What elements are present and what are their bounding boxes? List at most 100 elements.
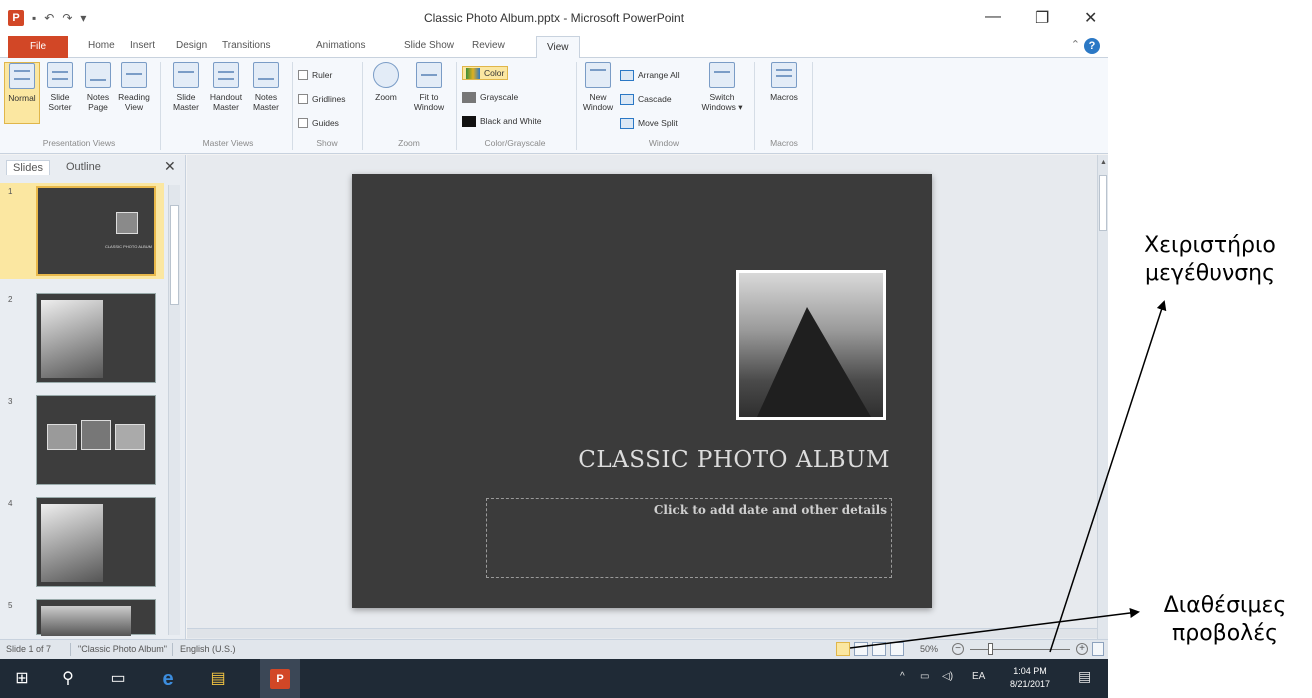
- notes-master-icon: [253, 62, 279, 88]
- windows-taskbar: ⊞ ⚲ ▭ e ▤ P ^ ▭ ◁) EA 1:04 PM 8/21/2017 …: [0, 659, 1108, 698]
- tab-design[interactable]: Design: [176, 40, 207, 51]
- ribbon-separator: [576, 62, 577, 150]
- scrollbar-thumb[interactable]: [1099, 175, 1107, 231]
- slide-show-view-icon[interactable]: [890, 642, 904, 656]
- clock[interactable]: 1:04 PM 8/21/2017: [1000, 665, 1060, 691]
- group-label-show: Show: [316, 138, 338, 148]
- language-indicator[interactable]: English (U.S.): [180, 644, 236, 654]
- tab-insert[interactable]: Insert: [130, 40, 155, 51]
- ribbon-separator: [160, 62, 161, 150]
- annotation-zoom-handle: Χειριστήριο μεγέθυνσης: [1144, 233, 1276, 286]
- slides-panel: Slides Outline ✕ 1 CLASSIC PHOTO ALBUM 2…: [0, 155, 186, 639]
- fit-to-window-button[interactable]: Fit to Window: [408, 62, 450, 112]
- help-icon[interactable]: ?: [1084, 38, 1100, 54]
- zoom-slider-handle[interactable]: [988, 643, 993, 655]
- restore-button[interactable]: ❐: [1035, 8, 1049, 28]
- zoom-slider[interactable]: [970, 649, 1070, 650]
- notes-master-button[interactable]: Notes Master: [248, 62, 284, 112]
- zoom-level[interactable]: 50%: [920, 644, 938, 654]
- reading-view-icon[interactable]: [872, 642, 886, 656]
- zoom-in-button[interactable]: +: [1076, 643, 1088, 655]
- guides-checkbox[interactable]: Guides: [298, 116, 339, 130]
- normal-view-button[interactable]: Normal: [4, 62, 40, 124]
- new-window-button[interactable]: New Window: [580, 62, 616, 112]
- slide-thumbnail[interactable]: [36, 599, 156, 636]
- tab-animations[interactable]: Animations: [316, 40, 365, 51]
- minimize-button[interactable]: —: [985, 8, 1001, 26]
- reading-view-icon: [121, 62, 147, 88]
- grayscale-button[interactable]: Grayscale: [462, 90, 518, 104]
- grayscale-swatch-icon: [462, 91, 476, 103]
- macros-button[interactable]: Macros: [764, 62, 804, 102]
- reading-view-button[interactable]: Reading View: [116, 62, 152, 112]
- clock-time: 1:04 PM: [1013, 666, 1047, 676]
- task-view-icon[interactable]: ▭: [108, 669, 128, 689]
- status-separator: [172, 643, 173, 656]
- file-explorer-icon[interactable]: ▤: [208, 669, 228, 689]
- scroll-up-icon[interactable]: ▲: [1100, 159, 1107, 166]
- search-icon[interactable]: ⚲: [58, 669, 78, 689]
- black-and-white-button[interactable]: Black and White: [462, 114, 541, 128]
- notes-page-button[interactable]: Notes Page: [80, 62, 116, 112]
- thumbnail-photo: [116, 212, 138, 234]
- handout-master-button[interactable]: Handout Master: [208, 62, 244, 112]
- tab-file[interactable]: File: [8, 36, 68, 58]
- minimize-ribbon-icon[interactable]: ⌃: [1071, 38, 1080, 51]
- input-language[interactable]: EA: [972, 671, 985, 682]
- close-button[interactable]: ✕: [1084, 8, 1097, 28]
- tab-review[interactable]: Review: [472, 40, 505, 51]
- tab-home[interactable]: Home: [88, 40, 115, 51]
- tab-outline[interactable]: Outline: [60, 160, 107, 174]
- normal-view-icon[interactable]: [836, 642, 850, 656]
- switch-windows-button[interactable]: Switch Windows ▾: [700, 62, 744, 112]
- slide-editor: CLASSIC PHOTO ALBUM Click to add date an…: [187, 155, 1097, 639]
- color-button[interactable]: Color: [462, 66, 509, 80]
- cascade-button[interactable]: Cascade: [620, 92, 672, 106]
- ribbon: Normal Slide Sorter Notes Page Reading V…: [0, 58, 1108, 154]
- slide-sorter-view-icon[interactable]: [854, 642, 868, 656]
- start-icon[interactable]: ⊞: [12, 669, 32, 689]
- slide-thumbnail[interactable]: [36, 395, 156, 485]
- close-panel-icon[interactable]: ✕: [164, 158, 176, 175]
- tab-slide-show[interactable]: Slide Show: [404, 40, 454, 51]
- volume-icon[interactable]: ◁): [942, 671, 953, 682]
- checkbox-icon: [298, 94, 308, 104]
- slides-panel-scrollbar[interactable]: [168, 185, 180, 635]
- arrange-all-button[interactable]: Arrange All: [620, 68, 680, 82]
- powerpoint-taskbar-icon[interactable]: P: [270, 669, 290, 689]
- fit-slide-icon[interactable]: [1092, 642, 1104, 656]
- tab-view[interactable]: View: [536, 36, 580, 59]
- slide-thumbnail[interactable]: [36, 293, 156, 383]
- slide-sorter-button[interactable]: Slide Sorter: [42, 62, 78, 112]
- move-split-button[interactable]: Move Split: [620, 116, 678, 130]
- tab-slides[interactable]: Slides: [6, 160, 50, 175]
- ribbon-separator: [292, 62, 293, 150]
- notes-pane-divider[interactable]: [187, 628, 1097, 638]
- subtitle-placeholder[interactable]: Click to add date and other details: [486, 498, 892, 578]
- thumbnail-photo: [47, 424, 77, 450]
- slide-canvas[interactable]: CLASSIC PHOTO ALBUM Click to add date an…: [352, 174, 932, 608]
- tray-chevron-icon[interactable]: ^: [900, 671, 905, 682]
- slide-thumbnail[interactable]: CLASSIC PHOTO ALBUM: [36, 186, 156, 276]
- slide-thumbnail[interactable]: [36, 497, 156, 587]
- network-icon[interactable]: ▭: [920, 671, 929, 682]
- scrollbar-thumb[interactable]: [170, 205, 179, 305]
- slide-master-icon: [173, 62, 199, 88]
- gridlines-checkbox[interactable]: Gridlines: [298, 92, 346, 106]
- zoom-button[interactable]: Zoom: [368, 62, 404, 102]
- tab-transitions[interactable]: Transitions: [222, 40, 271, 51]
- slide-photo[interactable]: [736, 270, 886, 420]
- new-window-icon: [585, 62, 611, 88]
- slide-title[interactable]: CLASSIC PHOTO ALBUM: [392, 447, 890, 473]
- window-title: Classic Photo Album.pptx - Microsoft Pow…: [423, 11, 685, 25]
- notification-center-icon[interactable]: ▤: [1078, 668, 1091, 685]
- zoom-out-button[interactable]: −: [952, 643, 964, 655]
- annotation-available-views: Διαθέσιμες προβολές: [1163, 593, 1287, 646]
- thumbnail-title: CLASSIC PHOTO ALBUM: [104, 244, 152, 249]
- ruler-checkbox[interactable]: Ruler: [298, 68, 332, 82]
- subtitle-text: Click to add date and other details: [653, 503, 887, 517]
- thumbnail-photo: [41, 504, 103, 582]
- slide-master-button[interactable]: Slide Master: [168, 62, 204, 112]
- edge-browser-icon[interactable]: e: [158, 669, 178, 689]
- editor-scrollbar[interactable]: ▲: [1097, 155, 1108, 639]
